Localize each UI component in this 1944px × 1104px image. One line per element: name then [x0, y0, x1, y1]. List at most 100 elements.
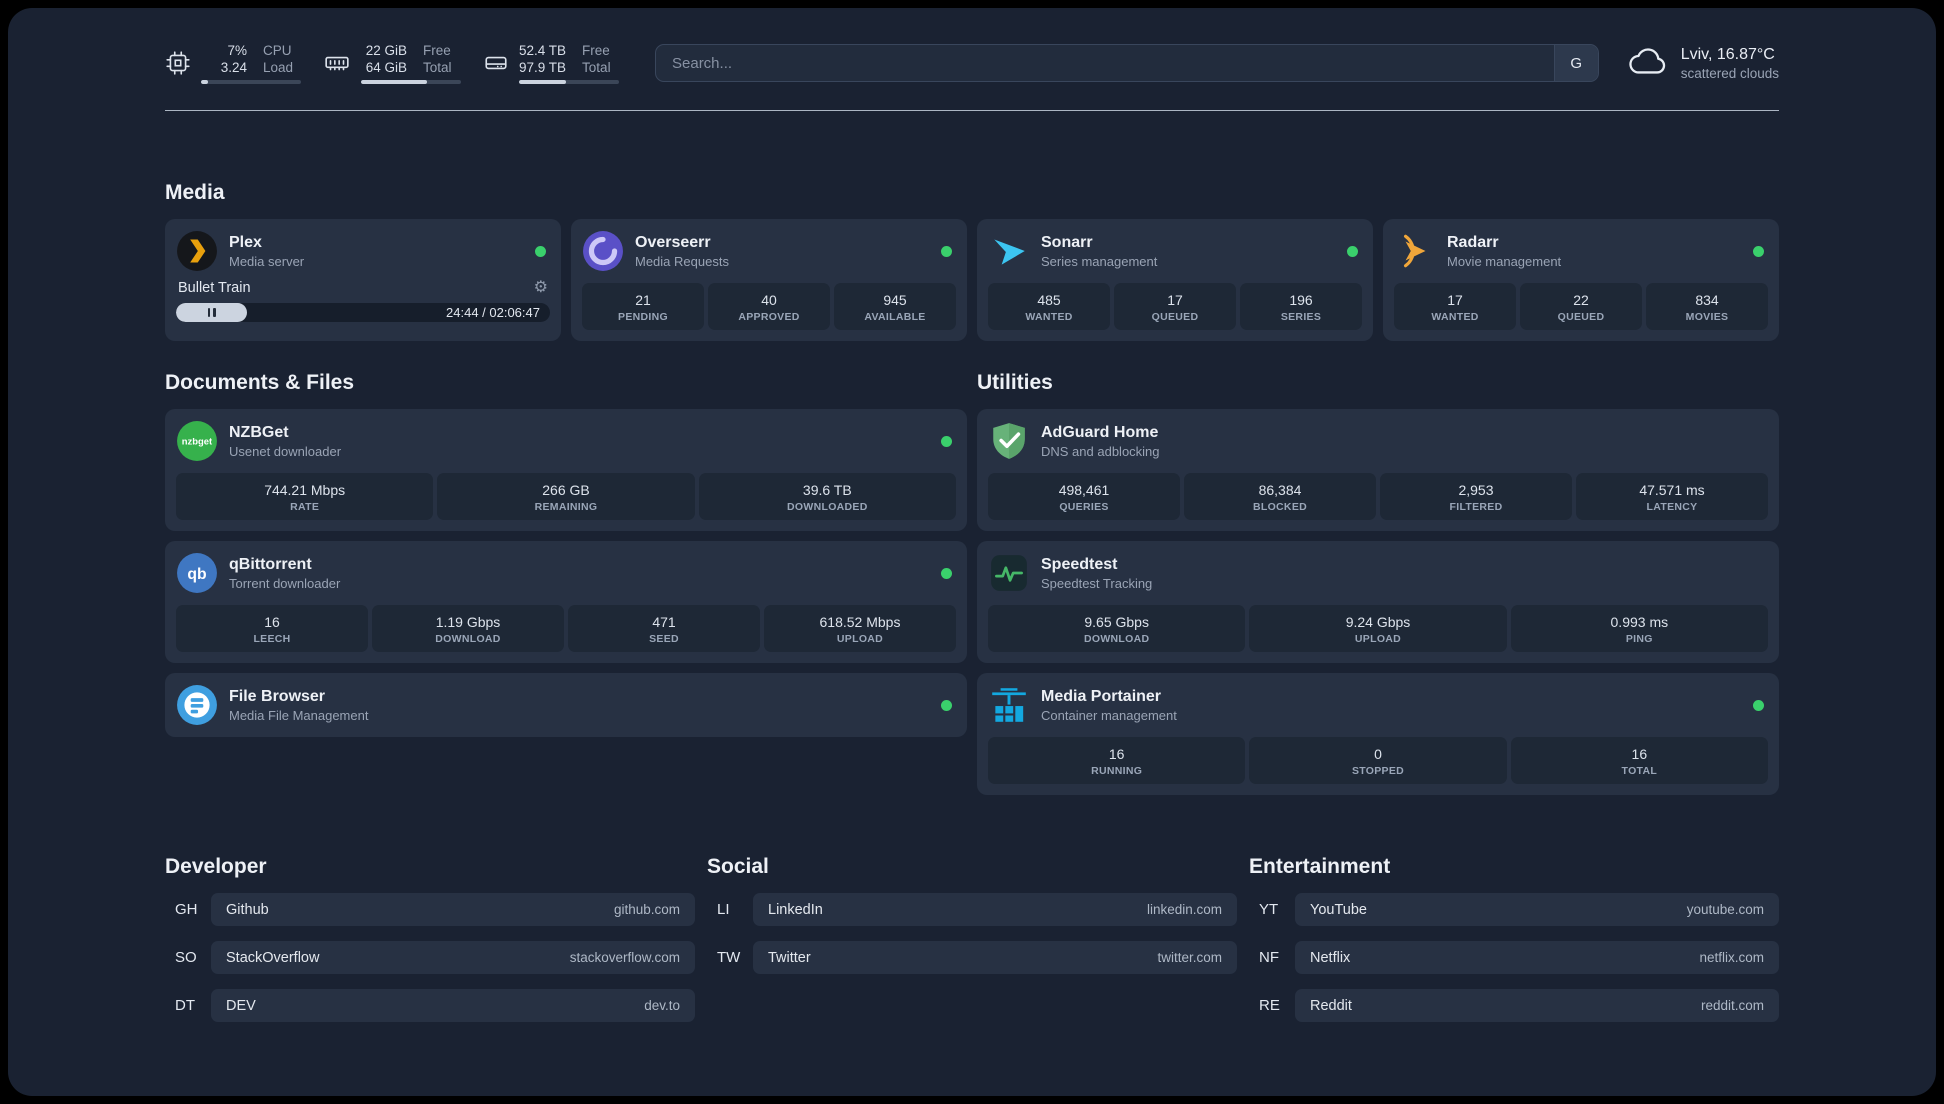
disk-icon	[483, 50, 509, 76]
memory-widget: 22 GiB 64 GiB Free Total	[323, 42, 461, 84]
memory-progress-bar	[361, 80, 461, 84]
service-desc: Media server	[229, 253, 305, 269]
cpu-icon	[165, 50, 191, 76]
status-dot	[1753, 699, 1764, 711]
service-card-speedtest[interactable]: Speedtest Speedtest Tracking 9.65 Gbps DO…	[977, 541, 1779, 663]
service-card-plex[interactable]: Plex Media server Bullet Train ⚙ 24:44 /…	[165, 219, 561, 341]
service-name: Media Portainer	[1041, 687, 1162, 705]
status-dot	[941, 435, 952, 447]
bookmark-abbr: DT	[175, 997, 195, 1014]
cpu-load: 3.24	[220, 60, 247, 75]
service-card-portainer[interactable]: Media Portainer Container management 16 R…	[977, 673, 1779, 795]
bookmark-dev[interactable]: DEV dev.to	[211, 989, 695, 1022]
disk-total: 97.9 TB	[519, 60, 567, 75]
bookmark-abbr: LI	[717, 901, 730, 918]
section-title-utilities: Utilities	[977, 371, 1053, 394]
playback-time: 24:44 / 02:06:47	[446, 305, 540, 320]
disk-progress-bar	[519, 80, 619, 84]
svg-text:nzbget: nzbget	[182, 437, 213, 448]
service-card-radarr[interactable]: Radarr Movie management 17 WANTED 22 QUEUE…	[1383, 219, 1779, 341]
bookmark-reddit[interactable]: Reddit reddit.com	[1295, 989, 1779, 1022]
bookmark-youtube[interactable]: YouTube youtube.com	[1295, 893, 1779, 926]
weather-widget: Lviv, 16.87°C scattered clouds	[1627, 45, 1779, 82]
pause-icon[interactable]	[207, 308, 216, 317]
stat-ping: 0.993 ms PING	[1510, 605, 1768, 652]
status-dot	[941, 245, 952, 257]
cpu-percent: 7%	[227, 43, 247, 58]
stat-download: 1.19 Gbps DOWNLOAD	[372, 605, 564, 652]
stat-wanted: 485 WANTED	[988, 283, 1110, 330]
stat-series: 196 SERIES	[1240, 283, 1362, 330]
service-card-qbittorrent[interactable]: qb qBittorrent Torrent downloader 16 LEEC…	[165, 541, 967, 663]
bookmark-netflix[interactable]: Netflix netflix.com	[1295, 941, 1779, 974]
service-name: Sonarr	[1041, 233, 1093, 251]
memory-total: 64 GiB	[365, 60, 407, 75]
stat-running: 16 RUNNING	[988, 737, 1246, 784]
status-dot	[1347, 245, 1358, 257]
stat-total: 16 TOTAL	[1510, 737, 1768, 784]
service-name: Speedtest	[1041, 555, 1118, 573]
stat-leech: 16 LEECH	[176, 605, 368, 652]
load-label: Load	[263, 60, 294, 75]
service-desc: Torrent downloader	[229, 575, 341, 591]
bookmark-stackoverflow[interactable]: StackOverflow stackoverflow.com	[211, 941, 695, 974]
service-desc: Media File Management	[229, 707, 369, 723]
service-card-overseerr[interactable]: Overseerr Media Requests 21 PENDING 40 APP…	[571, 219, 967, 341]
search-input[interactable]	[656, 45, 1554, 81]
bookmark-abbr: GH	[175, 901, 198, 918]
bookmark-abbr: SO	[175, 949, 197, 966]
service-name: Overseerr	[635, 233, 711, 251]
dashboard: 7% 3.24 CPU Load 22 GiB 64 GiB Free Tota…	[8, 8, 1936, 1096]
bookmark-group-social: Social LI LinkedIn linkedin.com TW Twitt…	[707, 855, 1237, 1037]
stat-stopped: 0 STOPPED	[1249, 737, 1507, 784]
plex-icon	[176, 230, 218, 272]
now-playing-title: Bullet Train	[178, 280, 251, 296]
stat-download: 9.65 Gbps DOWNLOAD	[988, 605, 1246, 652]
stat-downloaded: 39.6 TB DOWNLOADED	[698, 473, 956, 520]
bookmark-twitter[interactable]: Twitter twitter.com	[753, 941, 1237, 974]
search-bar: G	[655, 44, 1599, 82]
service-name: qBittorrent	[229, 555, 312, 573]
playback-progress-bar[interactable]: 24:44 / 02:06:47	[176, 303, 550, 322]
bookmark-abbr: RE	[1259, 997, 1280, 1014]
service-name: File Browser	[229, 687, 326, 705]
section-title-entertainment: Entertainment	[1249, 855, 1391, 878]
bookmark-linkedin[interactable]: LinkedIn linkedin.com	[753, 893, 1237, 926]
cpu-widget: 7% 3.24 CPU Load	[165, 42, 301, 84]
filebrowser-icon	[176, 684, 218, 726]
service-desc: Series management	[1041, 253, 1158, 269]
stat-movies: 834 MOVIES	[1646, 283, 1768, 330]
memory-free: 22 GiB	[365, 43, 407, 58]
section-documents: Documents & Files nzbget NZBGet Usenet d…	[165, 371, 967, 737]
disk-total-label: Total	[582, 60, 611, 75]
service-name: Radarr	[1447, 233, 1499, 251]
service-card-nzbget[interactable]: nzbget NZBGet Usenet downloader 744.21 M…	[165, 409, 967, 531]
service-card-filebrowser[interactable]: File Browser Media File Management	[165, 673, 967, 737]
service-card-sonarr[interactable]: Sonarr Series management 485 WANTED 17 QUE…	[977, 219, 1373, 341]
section-title-documents: Documents & Files	[165, 371, 355, 394]
topbar-divider	[165, 110, 1779, 111]
bookmark-group-entertainment: Entertainment YT YouTube youtube.com NF …	[1249, 855, 1779, 1037]
disk-free: 52.4 TB	[519, 43, 567, 58]
bookmark-github[interactable]: Github github.com	[211, 893, 695, 926]
cloud-icon	[1627, 45, 1669, 82]
section-title-social: Social	[707, 855, 769, 878]
section-title-developer: Developer	[165, 855, 267, 878]
service-name: NZBGet	[229, 423, 289, 441]
stat-available: 945 AVAILABLE	[834, 283, 956, 330]
weather-condition: scattered clouds	[1680, 65, 1779, 81]
section-media: Media Plex Media server Bullet Train ⚙ 2…	[165, 181, 1779, 341]
gear-icon[interactable]: ⚙	[534, 280, 548, 296]
stat-upload: 618.52 Mbps UPLOAD	[764, 605, 956, 652]
search-provider-button[interactable]: G	[1553, 45, 1598, 81]
cpu-progress-bar	[201, 80, 301, 84]
speedtest-icon	[988, 552, 1030, 594]
nzbget-icon: nzbget	[176, 420, 218, 462]
radarr-icon	[1394, 230, 1436, 272]
memory-icon	[323, 50, 351, 76]
section-title-media: Media	[165, 181, 225, 204]
stat-seed: 471 SEED	[568, 605, 760, 652]
service-card-adguard[interactable]: AdGuard Home DNS and adblocking 498,461 Q…	[977, 409, 1779, 531]
stat-pending: 21 PENDING	[582, 283, 704, 330]
stat-remaining: 266 GB REMAINING	[437, 473, 695, 520]
